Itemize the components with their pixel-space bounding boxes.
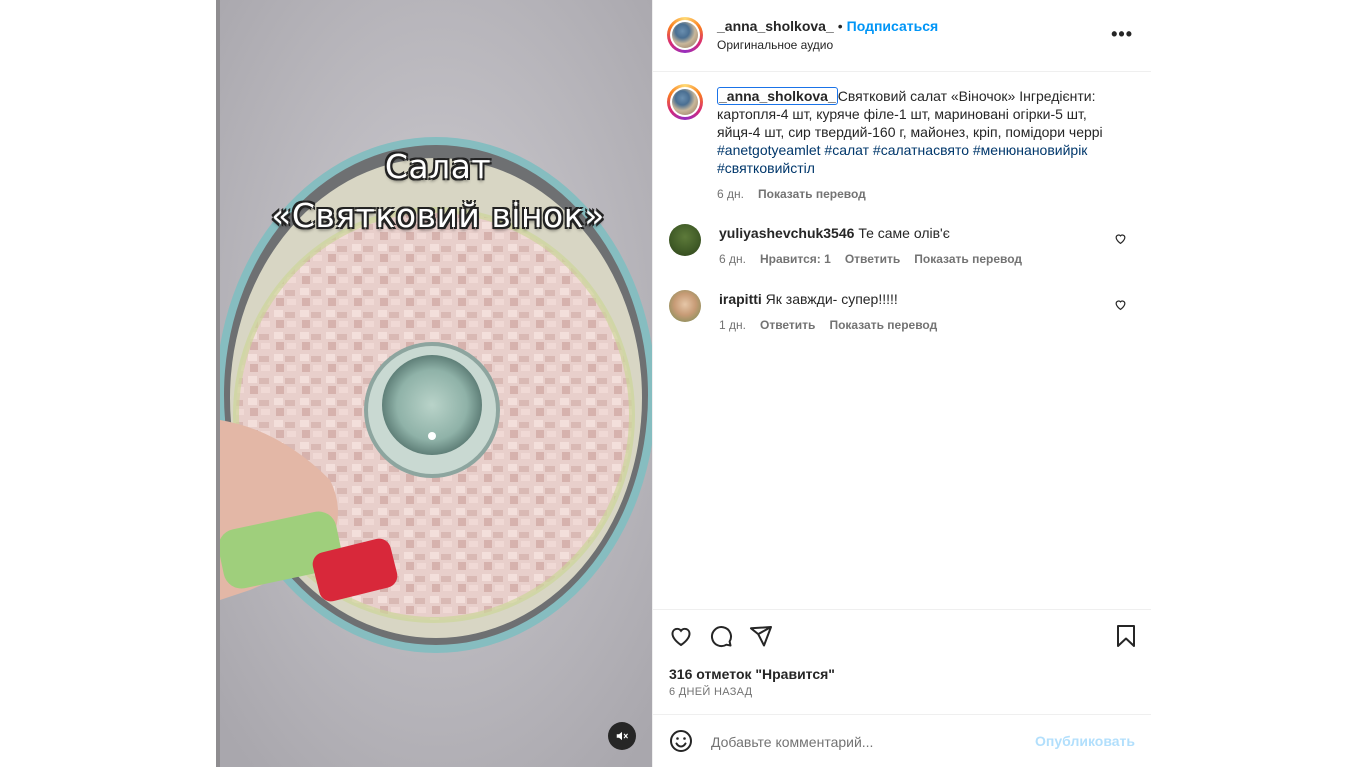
caption-avatar[interactable] <box>667 84 703 120</box>
comment-likes-count[interactable]: Нравится: 1 <box>760 252 831 266</box>
caption-hashtags[interactable]: #anetgotyeamlet #салат #салатнасвято #ме… <box>717 142 1087 176</box>
post-actions: 316 отметок "Нравится" 6 ДНЕЙ НАЗАД <box>653 609 1151 715</box>
commenter-avatar[interactable] <box>669 224 701 256</box>
comment-age: 1 дн. <box>719 318 746 332</box>
reel-video[interactable]: Салат «Святковий вінок» <box>216 0 652 767</box>
comment-icon[interactable] <box>709 624 733 648</box>
comment-meta: 1 дн. Ответить Показать перевод <box>719 316 1109 334</box>
comment-input[interactable] <box>709 729 1023 755</box>
caption-meta: 6 дн. Показать перевод <box>717 185 1127 203</box>
caption-age: 6 дн. <box>717 187 744 201</box>
comment-translate-button[interactable]: Показать перевод <box>829 318 937 332</box>
post-caption: _anna_sholkova_ Святковий салат «Віночок»… <box>717 87 1127 203</box>
comment-reply-button[interactable]: Ответить <box>845 252 900 266</box>
separator-dot: • <box>837 18 843 34</box>
commenter-username[interactable]: irapitti <box>719 291 762 307</box>
comment-like-heart-icon[interactable] <box>1114 298 1127 311</box>
comment-like-heart-icon[interactable] <box>1114 232 1127 245</box>
caption-username[interactable]: _anna_sholkova_ <box>717 87 838 105</box>
likes-count[interactable]: 316 отметок "Нравится" <box>669 666 835 682</box>
comment-reply-button[interactable]: Ответить <box>760 318 815 332</box>
post-modal: Салат «Святковий вінок» _anna_sholkova_ •… <box>216 0 1151 767</box>
follow-button[interactable]: Подписаться <box>847 18 939 34</box>
comment-translate-button[interactable]: Показать перевод <box>914 252 1022 266</box>
comment-text: Як завжди- супер!!!!! <box>765 291 898 307</box>
caption-translate-button[interactable]: Показать перевод <box>758 187 866 201</box>
commenter-username[interactable]: yuliyashevchuk3546 <box>719 225 854 241</box>
comment-body: irapitti Як завжди- супер!!!!! 1 дн. Отве… <box>719 290 1109 334</box>
commenter-avatar[interactable] <box>669 290 701 322</box>
send-icon[interactable] <box>749 624 773 648</box>
emoji-icon[interactable] <box>669 729 693 753</box>
speaker-muted-icon <box>616 731 628 741</box>
comment-age: 6 дн. <box>719 252 746 266</box>
comment-text: Те саме олів'є <box>858 225 950 241</box>
bookmark-icon[interactable] <box>1115 624 1137 648</box>
video-frame <box>220 0 652 767</box>
mute-toggle-button[interactable] <box>608 722 636 750</box>
post-header: _anna_sholkova_ • Подписаться Оригинальное… <box>653 0 1151 72</box>
heart-icon[interactable] <box>669 624 693 648</box>
comment-meta: 6 дн. Нравится: 1 Ответить Показать перевод <box>719 250 1109 268</box>
post-time: 6 ДНЕЙ НАЗАД <box>669 686 753 698</box>
video-title-line-2: «Святковий вінок» <box>271 196 605 235</box>
publish-comment-button[interactable]: Опубликовать <box>1035 733 1135 749</box>
author-avatar[interactable] <box>667 17 703 53</box>
add-comment-bar: Опубликовать <box>653 714 1151 768</box>
header-line: _anna_sholkova_ • Подписаться <box>717 18 938 36</box>
video-title-line-1: Салат <box>384 147 492 186</box>
post-side-panel: _anna_sholkova_ • Подписаться Оригинальное… <box>652 0 1151 767</box>
author-username[interactable]: _anna_sholkova_ <box>717 18 834 34</box>
original-audio-link[interactable]: Оригинальное аудио <box>717 38 833 52</box>
more-options-icon[interactable]: ••• <box>1111 24 1133 45</box>
comment-body: yuliyashevchuk3546 Те саме олів'є 6 дн. Н… <box>719 224 1109 268</box>
